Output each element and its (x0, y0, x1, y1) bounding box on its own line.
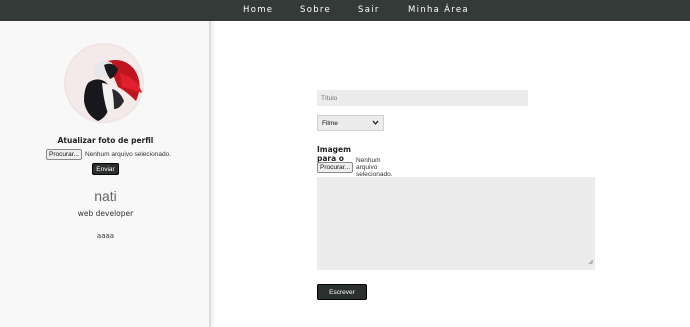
nav-item-sair[interactable]: Sair (358, 5, 380, 15)
category-select[interactable]: Filme (317, 115, 384, 131)
avatar (64, 43, 144, 123)
post-browse-button[interactable]: Procurar... (317, 162, 353, 173)
chevron-down-icon (372, 119, 379, 128)
post-file-status: Nenhum arquivo selecionado. (355, 157, 393, 178)
user-role: web developer (77, 209, 134, 218)
nav-item-home[interactable]: Home (243, 5, 273, 15)
top-nav: Home Sobre Sair Minha Área (0, 0, 690, 21)
profile-sidebar: Atualizar foto de perfil Procurar... Nen… (0, 21, 211, 327)
category-select-value: Filme (322, 120, 338, 127)
nav-item-minha-area[interactable]: Minha Área (408, 5, 469, 15)
user-bio: aaaa (96, 232, 115, 240)
resize-handle-icon[interactable] (588, 250, 594, 269)
update-photo-label: Atualizar foto de perfil (57, 136, 154, 145)
nav-item-sobre[interactable]: Sobre (300, 5, 331, 15)
avatar-image (64, 43, 144, 123)
profile-file-status: Nenhum arquivo selecionado. (84, 151, 171, 158)
post-content-textarea[interactable] (317, 177, 595, 270)
post-title-input[interactable] (317, 90, 528, 106)
post-file-picker: Procurar... Nenhum arquivo selecionado. (317, 157, 392, 178)
profile-browse-button[interactable]: Procurar... (46, 149, 82, 160)
write-post-button[interactable]: Escrever (317, 284, 367, 300)
username: nati (94, 188, 117, 204)
submit-photo-button[interactable]: Enviar (92, 163, 119, 175)
profile-file-picker: Procurar... Nenhum arquivo selecionado. (46, 149, 171, 160)
